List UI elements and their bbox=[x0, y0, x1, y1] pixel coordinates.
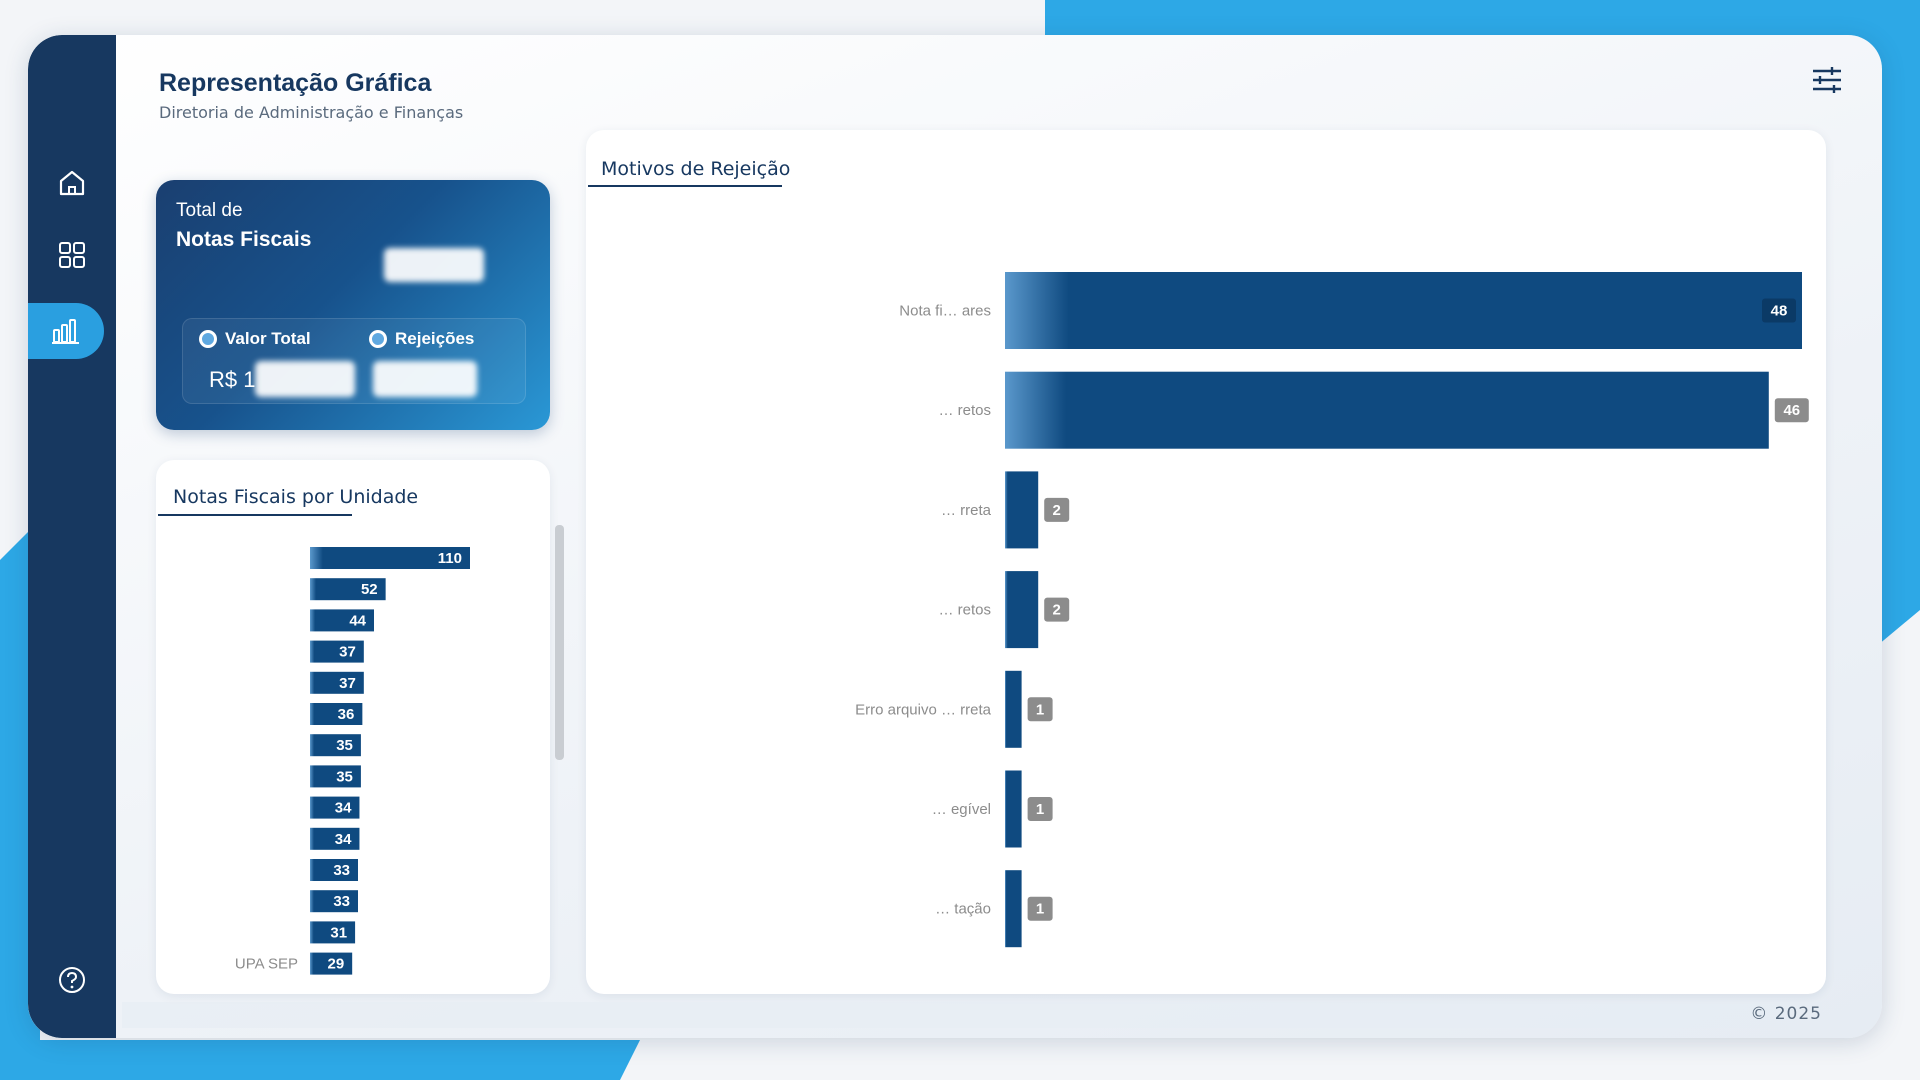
unit-bar-value-label: 44 bbox=[349, 612, 366, 629]
unit-bar-value-label: 33 bbox=[333, 862, 350, 879]
unit-bar-value-label: 31 bbox=[330, 924, 347, 941]
unit-bar-value-label: 29 bbox=[327, 956, 344, 973]
home-icon bbox=[59, 170, 85, 196]
rejeicoes-tag: Rejeições bbox=[369, 329, 474, 349]
reason-bar[interactable] bbox=[1005, 471, 1039, 549]
kpi-total-value-redacted bbox=[384, 248, 484, 282]
reason-category-label: … retos bbox=[938, 602, 991, 619]
reason-bar[interactable] bbox=[1005, 670, 1022, 748]
reason-bar-value-label: 48 bbox=[1771, 303, 1788, 320]
valor-total-tag: Valor Total bbox=[199, 329, 311, 349]
unit-bar-value-label: 37 bbox=[339, 675, 356, 692]
units-panel: Notas Fiscais por Unidade 110 52 44 37 37 36 3… bbox=[156, 460, 550, 994]
reason-bar-value-label: 1 bbox=[1036, 801, 1044, 818]
reason-bar[interactable] bbox=[1005, 371, 1769, 449]
unit-bar-value-label: 33 bbox=[333, 893, 350, 910]
units-bar-chart: 110 52 44 37 37 36 35 35 34 34 33 33 31 29 UPA SEP bbox=[235, 547, 470, 975]
rejeicoes-dot-icon bbox=[369, 330, 387, 348]
reasons-bar-chart: 48 Nota fi… ares 46 … retos 2 … rreta 2 … retos… bbox=[855, 272, 1809, 948]
reason-category-label: … rreta bbox=[941, 502, 992, 519]
rejeicoes-label: Rejeições bbox=[395, 329, 475, 348]
unit-bar-value-label: 34 bbox=[335, 800, 352, 817]
reason-bar-value-label: 46 bbox=[1783, 402, 1800, 419]
reason-bar[interactable] bbox=[1005, 272, 1802, 349]
reason-bar-value-label: 2 bbox=[1053, 602, 1061, 619]
page-subtitle: Diretoria de Administração e Finanças bbox=[159, 103, 464, 122]
reason-category-label: … egível bbox=[932, 801, 991, 818]
reason-category-label: … tação bbox=[935, 901, 991, 918]
copyright-text: © 2025 bbox=[1750, 1004, 1822, 1024]
kpi-label-line1: Total de bbox=[176, 200, 243, 221]
reasons-panel: Motivos de Rejeição 48 Nota fi… ares 46… r… bbox=[586, 130, 1826, 994]
unit-bar-value-label: 37 bbox=[339, 644, 356, 661]
page-title: Representação Gráfica bbox=[159, 69, 432, 97]
kpi-detail-box: Valor Total Rejeições R$ 1 bbox=[182, 318, 526, 404]
reason-bar-value-label: 2 bbox=[1053, 502, 1061, 519]
kpi-label-line2: Notas Fiscais bbox=[176, 228, 312, 251]
valor-total-dot-icon bbox=[199, 330, 217, 348]
reason-category-label: … retos bbox=[938, 402, 991, 419]
bar-chart-icon bbox=[52, 319, 79, 344]
units-panel-scrollbar[interactable] bbox=[555, 525, 564, 760]
reason-bar[interactable] bbox=[1005, 770, 1022, 848]
nav-chart-button[interactable] bbox=[28, 303, 104, 359]
filters-button[interactable] bbox=[1810, 63, 1844, 101]
reason-category-label: Erro arquivo … rreta bbox=[855, 701, 992, 718]
valor-total-value-redacted bbox=[255, 361, 355, 397]
unit-bar-value-label: 35 bbox=[336, 737, 353, 754]
unit-bar-value-label: 36 bbox=[338, 706, 355, 723]
reason-category-label: Nota fi… ares bbox=[899, 303, 991, 320]
unit-bar[interactable] bbox=[310, 703, 363, 725]
rejeicoes-value-redacted bbox=[373, 361, 477, 397]
grid-icon bbox=[59, 242, 85, 268]
valor-total-prefix: R$ 1 bbox=[209, 367, 256, 392]
unit-category-label: UPA SEP bbox=[235, 956, 298, 973]
footer-strip bbox=[122, 1002, 1822, 1028]
unit-bar-value-label: 35 bbox=[336, 768, 353, 785]
unit-bar-value-label: 52 bbox=[361, 581, 378, 598]
reason-bar-value-label: 1 bbox=[1036, 701, 1044, 718]
sliders-icon bbox=[1813, 67, 1841, 93]
nav-home-button[interactable] bbox=[28, 155, 116, 211]
help-button[interactable] bbox=[28, 952, 116, 1008]
unit-bar-value-label: 34 bbox=[335, 831, 352, 848]
help-icon bbox=[59, 967, 85, 993]
sidebar bbox=[28, 35, 116, 1038]
reason-bar-value-label: 1 bbox=[1036, 901, 1044, 918]
kpi-card: Total de Notas Fiscais Valor Total Rejei… bbox=[156, 180, 550, 430]
unit-bar-value-label: 110 bbox=[438, 550, 462, 567]
nav-grid-button[interactable] bbox=[28, 227, 116, 283]
reason-bar[interactable] bbox=[1005, 571, 1039, 649]
reason-bar[interactable] bbox=[1005, 870, 1022, 948]
valor-total-label: Valor Total bbox=[225, 329, 311, 348]
